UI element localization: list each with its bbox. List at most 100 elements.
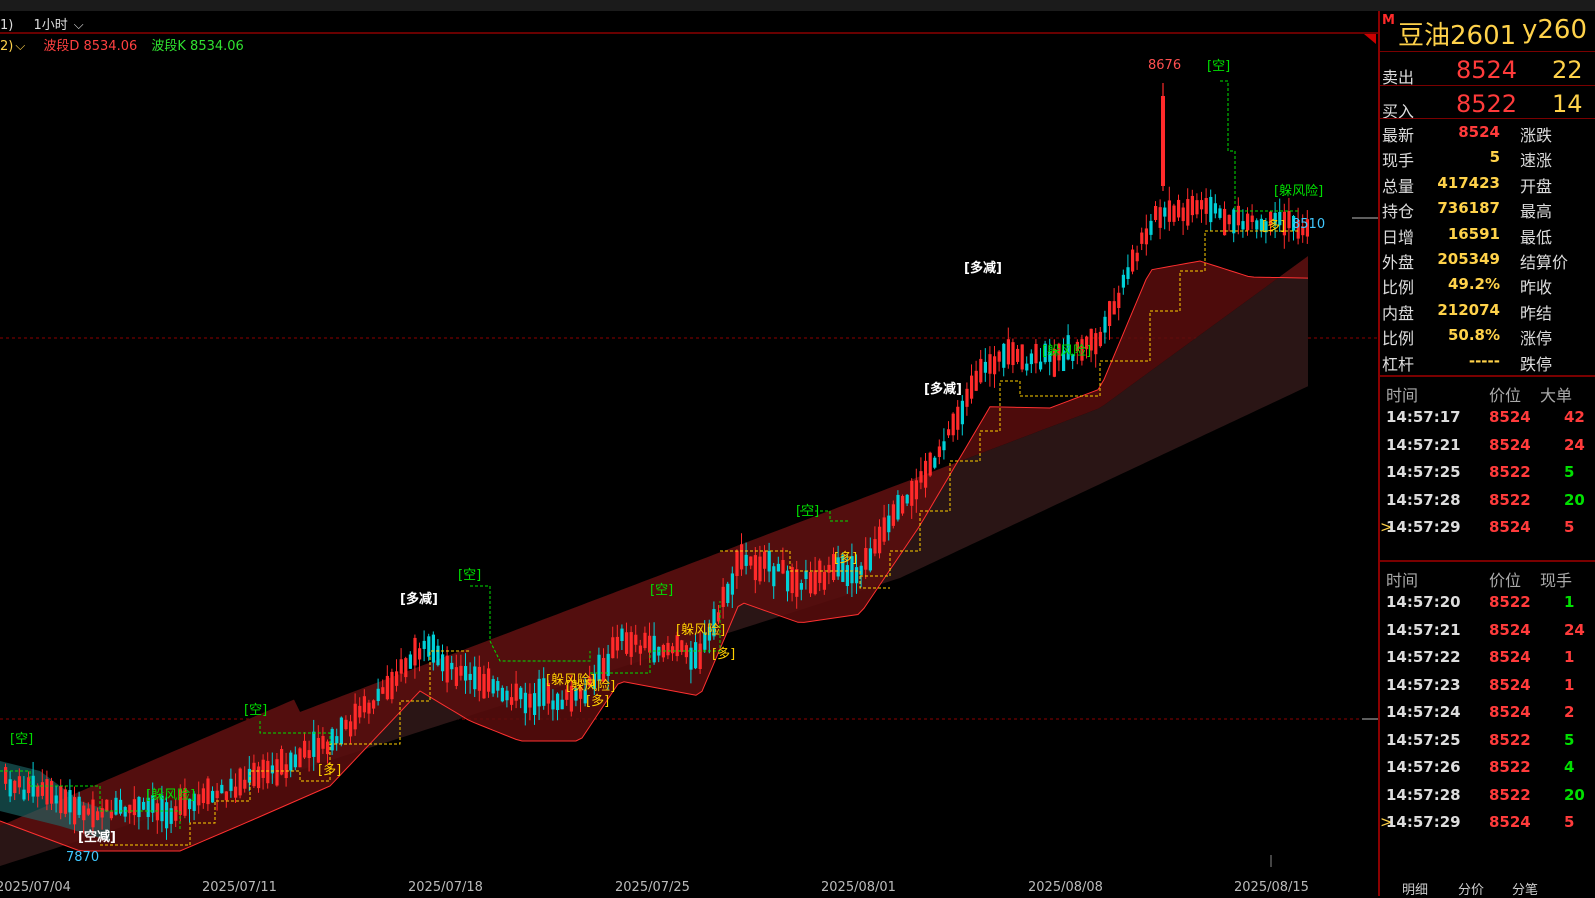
candlestick-chart[interactable]: [空] [空减] [躲风险] [空] [多] [多减] [空] [躲风险] [躲风险] [多] [空… (0, 11, 1378, 879)
chart-canvas[interactable]: [空][空减][躲风险][空][多][多减][空][躲风险][躲风险][多][空… (0, 11, 1378, 879)
tick-qty: 20 (1564, 490, 1585, 509)
candle-body (86, 808, 90, 815)
tick-row[interactable]: 14:57:25 8522 5 (1380, 728, 1595, 756)
sell-row: 卖出 8524 22 (1380, 51, 1595, 87)
quote-label: 最新 (1382, 126, 1415, 145)
candle-body (767, 550, 771, 572)
candle-body (914, 480, 918, 500)
tick-qty: 5 (1564, 730, 1575, 749)
tick-row[interactable]: 14:57:23 8524 1 (1380, 673, 1595, 701)
tick-header-cell: 时间 (1386, 386, 1419, 405)
quote-label-2: 跌停 (1520, 354, 1553, 374)
candle-body (1117, 292, 1121, 308)
signal-label: [多] (712, 646, 735, 662)
candle-body (868, 548, 872, 571)
candle-body (1177, 199, 1181, 218)
buy-price: 8522 (1456, 90, 1518, 118)
tab-2[interactable]: 分笔 (1512, 879, 1538, 898)
tick-row[interactable]: >14:57:29 8524 5 (1380, 515, 1595, 543)
tick-row[interactable]: 14:57:17 8524 42 (1380, 405, 1595, 433)
candle-body (395, 671, 399, 686)
signal-label: [空] (796, 504, 819, 519)
tick-row[interactable]: 14:57:21 8524 24 (1380, 618, 1595, 646)
candle-body (749, 556, 753, 566)
candle-body (229, 778, 233, 791)
candle-body (956, 406, 960, 430)
candle-body (211, 790, 215, 803)
candle-body (1154, 206, 1158, 220)
quote-row: 持仓 736187 最高 (1380, 195, 1595, 221)
signal-label: [多] (586, 693, 609, 709)
candle-body (1002, 343, 1006, 368)
indicator-prefix[interactable]: 2) (0, 39, 13, 54)
signal-label: [躲风险] (146, 787, 195, 803)
quote-label-2: 涨停 (1520, 329, 1553, 349)
candle-body (510, 697, 514, 705)
indicator-chevron-icon[interactable]: ⌵ (15, 39, 25, 54)
tab-0[interactable]: 明细 (1402, 879, 1428, 898)
quote-row: 杠杆 ----- 跌停 (1380, 348, 1595, 374)
contract-title[interactable]: M 豆油2601 y260 (1380, 11, 1595, 51)
tick-qty: 4 (1564, 758, 1575, 776)
candle-body (560, 699, 564, 710)
tick-qty: 1 (1564, 593, 1575, 611)
tick-row[interactable]: 14:57:26 8522 4 (1380, 755, 1595, 783)
candle-body (496, 681, 500, 691)
tick-row[interactable]: 14:57:22 8524 1 (1380, 645, 1595, 673)
tick-row[interactable]: 14:57:28 8522 20 (1380, 783, 1595, 811)
tick-row[interactable]: 14:57:25 8522 5 (1380, 460, 1595, 488)
candle-body (344, 719, 348, 730)
tick-time: 14:57:25 (1386, 463, 1461, 481)
candle-body (882, 517, 886, 542)
signal-label: [躲风险] (1042, 343, 1091, 359)
candle-body (243, 779, 247, 789)
candle-body (275, 759, 279, 786)
tick-price: 8524 (1489, 813, 1531, 831)
candle-body (307, 750, 311, 759)
period-dropdown[interactable]: 1小时 ⌵ (33, 18, 89, 33)
quote-stats-table: 最新 8524 涨跌 现手 5 速涨 总量 417423 开盘 持仓 736187 最高 日增 16591… (1380, 118, 1595, 374)
candle-body (321, 735, 325, 749)
contract-name: 豆油2601 (1398, 21, 1517, 51)
tab-1[interactable]: 分价 (1458, 879, 1484, 898)
tick-price: 8522 (1489, 730, 1531, 749)
candle-body (597, 654, 601, 682)
tick-time: 14:57:25 (1386, 730, 1461, 749)
tick-header: 时间 价位 大单 (1380, 377, 1595, 405)
period-selector-row[interactable]: 1) 1小时 ⌵ (0, 14, 96, 33)
tick-row[interactable]: 14:57:28 8522 20 (1380, 488, 1595, 516)
candle-body (625, 632, 629, 654)
candle-body (404, 658, 408, 678)
candle-body (422, 640, 426, 649)
sell-price: 8524 (1456, 56, 1518, 84)
candle-body (303, 740, 307, 758)
candle-body (385, 675, 389, 700)
quote-label-2: 结算价 (1520, 252, 1569, 272)
tick-row[interactable]: >14:57:29 8524 5 (1380, 810, 1595, 838)
candle-body (54, 795, 58, 804)
candle-body (933, 457, 937, 468)
quote-label: 现手 (1382, 151, 1415, 171)
tick-time: 14:57:29 (1386, 518, 1461, 536)
candle-body (1094, 333, 1098, 355)
candle-body (1236, 205, 1240, 226)
top-toolbar-strip (0, 0, 1595, 11)
quote-label: 内盘 (1382, 303, 1415, 323)
candle-body (1218, 208, 1222, 218)
candle-body (983, 361, 987, 373)
tick-qty: 5 (1564, 518, 1575, 536)
candle-body (220, 784, 224, 794)
trade-ticks[interactable]: 时间 价位 现手 14:57:20 8522 1 14:57:21 8524 24 14:57:2… (1380, 560, 1595, 838)
tick-row[interactable]: 14:57:20 8522 1 (1380, 590, 1595, 618)
candle-body (261, 759, 265, 778)
big-order-ticks[interactable]: 时间 价位 大单 14:57:17 8524 42 14:57:21 8524 24 14:57:… (1380, 375, 1595, 543)
candle-body (878, 526, 882, 554)
quote-value: ----- (1468, 351, 1500, 370)
candle-body (335, 736, 339, 744)
tick-row[interactable]: 14:57:21 8524 24 (1380, 433, 1595, 461)
tick-row[interactable]: 14:57:24 8524 2 (1380, 700, 1595, 728)
candle-body (491, 679, 495, 694)
candle-body (970, 375, 974, 399)
candle-body (1213, 203, 1217, 214)
quote-label: 比例 (1382, 329, 1415, 349)
